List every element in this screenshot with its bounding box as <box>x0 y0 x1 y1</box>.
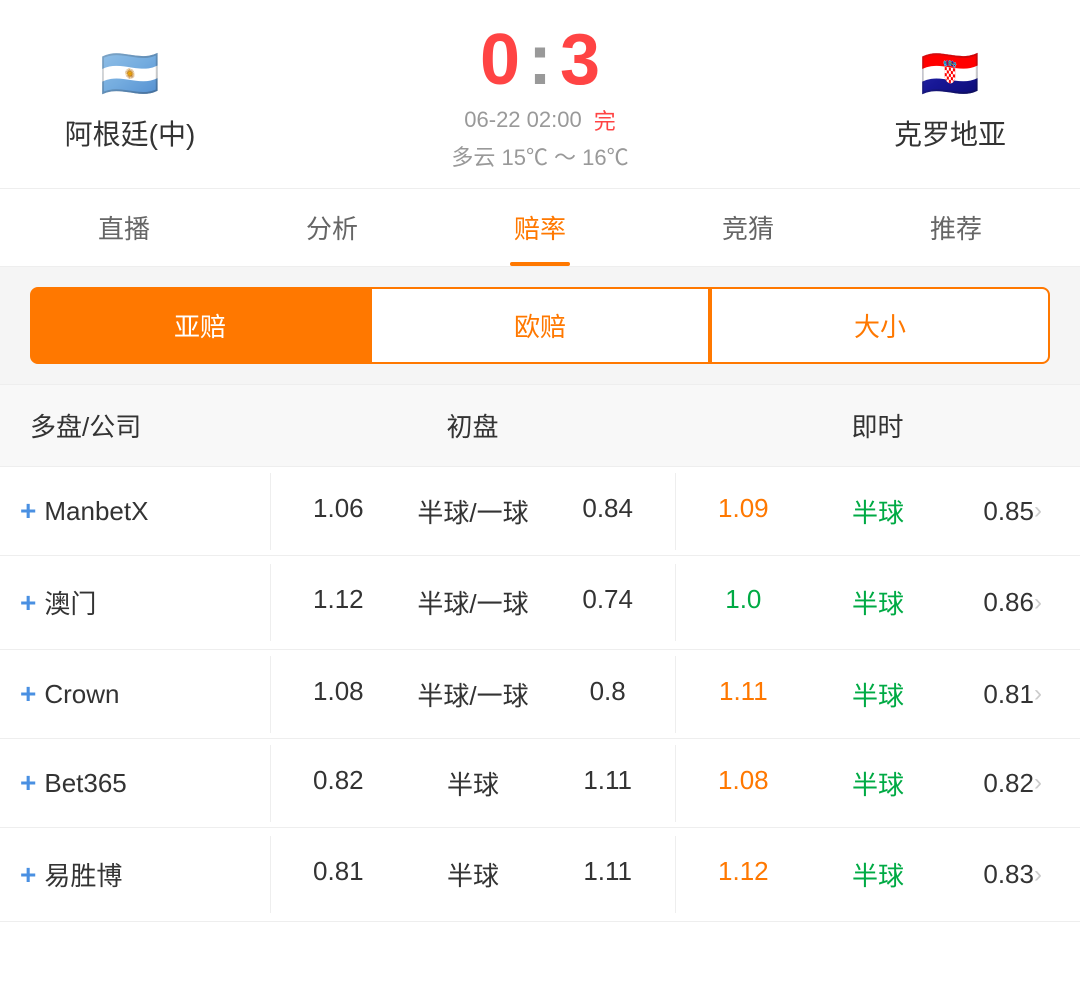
initial-left: 1.06 <box>271 483 406 540</box>
initial-mid: 半球/一球 <box>406 483 541 540</box>
initial-odds-yishengbo: 0.81 半球 1.11 <box>270 836 675 913</box>
company-aomen[interactable]: + 澳门 <box>0 556 270 649</box>
rt-mid: 半球 <box>811 574 946 631</box>
team-right: 🇭🇷 克罗地亚 <box>840 43 1060 153</box>
rt-left: 1.12 <box>676 846 811 903</box>
tab-recommend[interactable]: 推荐 <box>852 189 1060 266</box>
company-bet365[interactable]: + Bet365 <box>0 739 270 827</box>
initial-mid: 半球/一球 <box>406 574 541 631</box>
arrow-right-icon: › <box>1034 769 1042 797</box>
score-section: 🇦🇷 阿根廷(中) 0 : 3 06-22 02:00 完 多云 15℃ ～ 1… <box>0 0 1080 188</box>
team-left-name: 阿根廷(中) <box>65 113 196 153</box>
realtime-odds-aomen: 1.0 半球 0.86 › <box>675 564 1080 641</box>
rt-right: 0.85 › <box>945 483 1080 540</box>
score-right: 3 <box>560 24 600 96</box>
arrow-right-icon: › <box>1034 861 1042 889</box>
arrow-right-icon: › <box>1034 680 1042 708</box>
realtime-odds-manbetx: 1.09 半球 0.85 › <box>675 473 1080 550</box>
score-center: 0 : 3 06-22 02:00 完 多云 15℃ ～ 16℃ <box>240 24 840 172</box>
initial-odds-bet365: 0.82 半球 1.11 <box>270 745 675 822</box>
table-row: + Bet365 0.82 半球 1.11 1.08 半球 0.82 › <box>0 739 1080 828</box>
header-realtime: 即时 <box>675 385 1080 466</box>
rt-left: 1.09 <box>676 483 811 540</box>
initial-right: 1.11 <box>540 755 675 812</box>
team-left-flag: 🇦🇷 <box>85 43 175 103</box>
sub-tab-container: 亚赔 欧赔 大小 <box>0 267 1080 384</box>
score-left: 0 <box>480 24 520 96</box>
table-row: + 澳门 1.12 半球/一球 0.74 1.0 半球 0.86 › <box>0 556 1080 650</box>
rt-mid: 半球 <box>811 666 946 723</box>
rt-left: 1.11 <box>676 666 811 723</box>
header-company: 多盘/公司 <box>0 385 270 466</box>
company-name: Bet365 <box>44 768 126 799</box>
plus-icon: + <box>20 495 36 527</box>
sub-tab-asia[interactable]: 亚赔 <box>30 287 370 364</box>
rt-left: 1.0 <box>676 574 811 631</box>
odds-table: 多盘/公司 初盘 即时 + ManbetX 1.06 半球/一球 0.84 1.… <box>0 384 1080 922</box>
tab-guess[interactable]: 竞猜 <box>644 189 852 266</box>
initial-mid: 半球 <box>406 755 541 812</box>
plus-icon: + <box>20 767 36 799</box>
realtime-odds-crown: 1.11 半球 0.81 › <box>675 656 1080 733</box>
initial-right: 0.84 <box>540 483 675 540</box>
initial-odds-manbetx: 1.06 半球/一球 0.84 <box>270 473 675 550</box>
realtime-odds-bet365: 1.08 半球 0.82 › <box>675 745 1080 822</box>
company-name: 易胜博 <box>44 856 122 893</box>
match-info: 06-22 02:00 完 <box>464 104 615 136</box>
weather-info: 多云 15℃ ～ 16℃ <box>451 140 628 172</box>
plus-icon: + <box>20 859 36 891</box>
company-yishengbo[interactable]: + 易胜博 <box>0 828 270 921</box>
initial-right: 0.74 <box>540 574 675 631</box>
initial-right: 0.8 <box>540 666 675 723</box>
rt-right: 0.86 › <box>945 574 1080 631</box>
initial-mid: 半球/一球 <box>406 666 541 723</box>
score-colon: : <box>528 24 552 96</box>
rt-left: 1.08 <box>676 755 811 812</box>
team-left: 🇦🇷 阿根廷(中) <box>20 43 240 153</box>
initial-right: 1.11 <box>540 846 675 903</box>
tab-navigation: 直播 分析 赔率 竞猜 推荐 <box>0 189 1080 267</box>
tab-analysis[interactable]: 分析 <box>228 189 436 266</box>
rt-right: 0.83 › <box>945 846 1080 903</box>
tab-odds[interactable]: 赔率 <box>436 189 644 266</box>
match-status: 完 <box>594 104 616 136</box>
company-crown[interactable]: + Crown <box>0 650 270 738</box>
company-name: Crown <box>44 679 119 710</box>
initial-left: 1.08 <box>271 666 406 723</box>
initial-left: 0.81 <box>271 846 406 903</box>
company-name: 澳门 <box>44 584 96 621</box>
rt-mid: 半球 <box>811 755 946 812</box>
initial-odds-crown: 1.08 半球/一球 0.8 <box>270 656 675 733</box>
match-date: 06-22 02:00 <box>464 107 581 133</box>
arrow-right-icon: › <box>1034 589 1042 617</box>
company-name: ManbetX <box>44 496 148 527</box>
table-row: + 易胜博 0.81 半球 1.11 1.12 半球 0.83 › <box>0 828 1080 922</box>
initial-left: 0.82 <box>271 755 406 812</box>
realtime-odds-yishengbo: 1.12 半球 0.83 › <box>675 836 1080 913</box>
tab-live[interactable]: 直播 <box>20 189 228 266</box>
initial-odds-aomen: 1.12 半球/一球 0.74 <box>270 564 675 641</box>
table-row: + ManbetX 1.06 半球/一球 0.84 1.09 半球 0.85 › <box>0 467 1080 556</box>
rt-mid: 半球 <box>811 483 946 540</box>
team-right-name: 克罗地亚 <box>894 113 1006 153</box>
odds-table-header: 多盘/公司 初盘 即时 <box>0 384 1080 467</box>
team-right-flag: 🇭🇷 <box>905 43 995 103</box>
header-initial: 初盘 <box>270 385 675 466</box>
initial-left: 1.12 <box>271 574 406 631</box>
sub-tab-europe[interactable]: 欧赔 <box>370 287 710 364</box>
plus-icon: + <box>20 587 36 619</box>
sub-tab-size[interactable]: 大小 <box>710 287 1050 364</box>
score-display: 0 : 3 <box>480 24 600 96</box>
plus-icon: + <box>20 678 36 710</box>
initial-mid: 半球 <box>406 846 541 903</box>
arrow-right-icon: › <box>1034 497 1042 525</box>
rt-right: 0.81 › <box>945 666 1080 723</box>
rt-right: 0.82 › <box>945 755 1080 812</box>
rt-mid: 半球 <box>811 846 946 903</box>
table-row: + Crown 1.08 半球/一球 0.8 1.11 半球 0.81 › <box>0 650 1080 739</box>
company-manbetx[interactable]: + ManbetX <box>0 467 270 555</box>
